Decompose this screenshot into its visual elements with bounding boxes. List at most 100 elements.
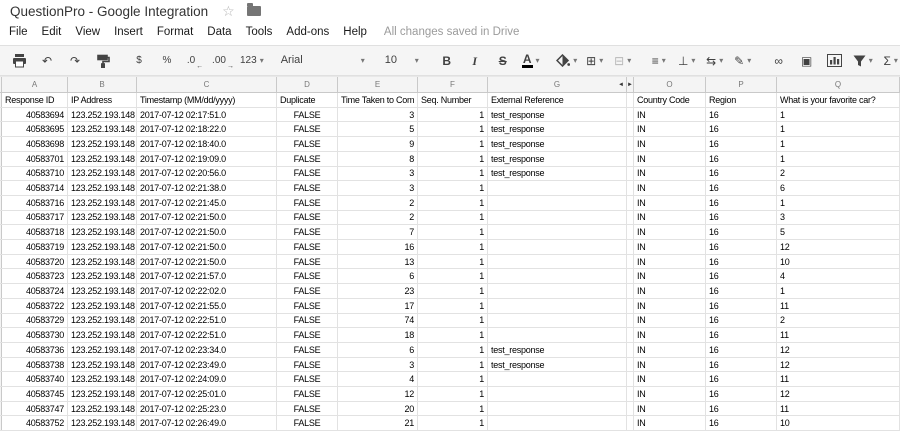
hidden-columns-strip[interactable] [627, 151, 634, 166]
cell-Q1[interactable]: What is your favorite car? [777, 93, 900, 107]
cell-B3[interactable]: 123.252.193.148 [68, 122, 137, 137]
cell-Q18[interactable]: 12 [777, 342, 900, 357]
cell-C21[interactable]: 2017-07-12 02:25:01.0 [137, 387, 277, 401]
cell-B4[interactable]: 123.252.193.148 [68, 137, 137, 151]
cell-E8[interactable]: 2 [338, 195, 418, 210]
merge-cells-button[interactable]: ⊟ ▾ [609, 49, 637, 73]
cell-F11[interactable]: 1 [418, 240, 488, 254]
column-header-C[interactable]: C [137, 77, 277, 92]
cell-E12[interactable]: 13 [338, 254, 418, 269]
cell-E14[interactable]: 23 [338, 284, 418, 298]
column-header-E[interactable]: E [338, 77, 418, 92]
hidden-columns-strip[interactable] [627, 93, 634, 107]
cell-C13[interactable]: 2017-07-12 02:21:57.0 [137, 269, 277, 284]
cell-A17[interactable]: 40583730 [2, 328, 68, 342]
cell-E13[interactable]: 6 [338, 269, 418, 284]
cell-Q22[interactable]: 11 [777, 401, 900, 416]
cell-O5[interactable]: IN [634, 151, 706, 166]
cell-O12[interactable]: IN [634, 254, 706, 269]
cell-B15[interactable]: 123.252.193.148 [68, 298, 137, 313]
cell-E4[interactable]: 9 [338, 137, 418, 151]
hidden-columns-strip[interactable] [627, 357, 634, 372]
cell-P10[interactable]: 16 [706, 225, 777, 240]
cell-A15[interactable]: 40583722 [2, 298, 68, 313]
hidden-columns-strip[interactable] [627, 342, 634, 357]
cell-D3[interactable]: FALSE [277, 122, 338, 137]
cell-F8[interactable]: 1 [418, 195, 488, 210]
cell-B20[interactable]: 123.252.193.148 [68, 372, 137, 387]
filter-button[interactable]: ▾ [849, 49, 877, 73]
cell-B22[interactable]: 123.252.193.148 [68, 401, 137, 416]
cell-F6[interactable]: 1 [418, 166, 488, 181]
cell-B7[interactable]: 123.252.193.148 [68, 181, 137, 195]
cell-O20[interactable]: IN [634, 372, 706, 387]
cell-D5[interactable]: FALSE [277, 151, 338, 166]
cell-D2[interactable]: FALSE [277, 107, 338, 122]
menu-format[interactable]: Format [150, 24, 200, 40]
cell-C23[interactable]: 2017-07-12 02:26:49.0 [137, 416, 277, 431]
cell-D11[interactable]: FALSE [277, 240, 338, 254]
cell-E7[interactable]: 3 [338, 181, 418, 195]
cell-Q21[interactable]: 12 [777, 387, 900, 401]
column-header-Q[interactable]: Q [777, 77, 900, 92]
cell-A9[interactable]: 40583717 [2, 210, 68, 225]
cell-Q12[interactable]: 10 [777, 254, 900, 269]
insert-chart-button[interactable] [821, 49, 849, 73]
cell-A14[interactable]: 40583724 [2, 284, 68, 298]
cell-G3[interactable]: test_response [488, 122, 627, 137]
cell-D21[interactable]: FALSE [277, 387, 338, 401]
cell-E18[interactable]: 6 [338, 342, 418, 357]
undo-button[interactable]: ↶ [33, 49, 61, 73]
cell-F16[interactable]: 1 [418, 313, 488, 328]
cell-G16[interactable] [488, 313, 627, 328]
cell-E17[interactable]: 18 [338, 328, 418, 342]
horizontal-align-button[interactable]: ≡ ▾ [645, 49, 673, 73]
cell-B9[interactable]: 123.252.193.148 [68, 210, 137, 225]
cell-C15[interactable]: 2017-07-12 02:21:55.0 [137, 298, 277, 313]
cell-P7[interactable]: 16 [706, 181, 777, 195]
cell-O11[interactable]: IN [634, 240, 706, 254]
cell-Q17[interactable]: 11 [777, 328, 900, 342]
cell-F1[interactable]: Seq. Number [418, 93, 488, 107]
cell-B2[interactable]: 123.252.193.148 [68, 107, 137, 122]
cell-A16[interactable]: 40583729 [2, 313, 68, 328]
cell-F7[interactable]: 1 [418, 181, 488, 195]
cell-P21[interactable]: 16 [706, 387, 777, 401]
cell-D4[interactable]: FALSE [277, 137, 338, 151]
cell-O16[interactable]: IN [634, 313, 706, 328]
cell-A10[interactable]: 40583718 [2, 225, 68, 240]
cell-G21[interactable] [488, 387, 627, 401]
cell-Q14[interactable]: 1 [777, 284, 900, 298]
cell-G13[interactable] [488, 269, 627, 284]
cell-C9[interactable]: 2017-07-12 02:21:50.0 [137, 210, 277, 225]
format-currency-button[interactable]: $ [125, 49, 153, 73]
cell-O14[interactable]: IN [634, 284, 706, 298]
hidden-columns-strip[interactable] [627, 269, 634, 284]
cell-C4[interactable]: 2017-07-12 02:18:40.0 [137, 137, 277, 151]
cell-F18[interactable]: 1 [418, 342, 488, 357]
hidden-columns-strip[interactable] [627, 328, 634, 342]
cell-A5[interactable]: 40583701 [2, 151, 68, 166]
cell-A7[interactable]: 40583714 [2, 181, 68, 195]
hidden-columns-strip[interactable] [627, 122, 634, 137]
cell-C8[interactable]: 2017-07-12 02:21:45.0 [137, 195, 277, 210]
cell-C5[interactable]: 2017-07-12 02:19:09.0 [137, 151, 277, 166]
cell-E16[interactable]: 74 [338, 313, 418, 328]
cell-B21[interactable]: 123.252.193.148 [68, 387, 137, 401]
hidden-columns-strip[interactable] [627, 284, 634, 298]
cell-P23[interactable]: 16 [706, 416, 777, 431]
cell-O22[interactable]: IN [634, 401, 706, 416]
cell-E2[interactable]: 3 [338, 107, 418, 122]
cell-C22[interactable]: 2017-07-12 02:25:23.0 [137, 401, 277, 416]
cell-D1[interactable]: Duplicate [277, 93, 338, 107]
cell-A19[interactable]: 40583738 [2, 357, 68, 372]
cell-G22[interactable] [488, 401, 627, 416]
cell-O9[interactable]: IN [634, 210, 706, 225]
cell-E19[interactable]: 3 [338, 357, 418, 372]
menu-tools[interactable]: Tools [239, 24, 280, 40]
cell-Q8[interactable]: 1 [777, 195, 900, 210]
cell-F21[interactable]: 1 [418, 387, 488, 401]
cell-P19[interactable]: 16 [706, 357, 777, 372]
cell-C1[interactable]: Timestamp (MM/dd/yyyy) [137, 93, 277, 107]
cell-O18[interactable]: IN [634, 342, 706, 357]
